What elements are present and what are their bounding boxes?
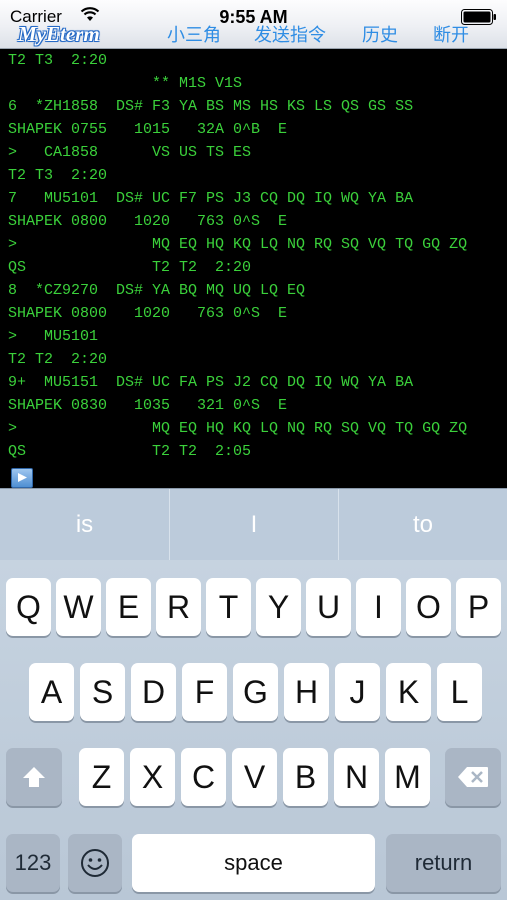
terminal-line: T2 T3 2:20 xyxy=(8,52,108,69)
suggestion-bar: is I to xyxy=(0,488,507,561)
key-n[interactable]: N xyxy=(334,748,379,806)
key-h[interactable]: H xyxy=(284,663,329,721)
terminal-line: > MQ EQ HQ KQ LQ NQ RQ SQ VQ TQ GQ ZQ xyxy=(8,236,468,253)
key-q[interactable]: Q xyxy=(6,578,51,636)
shift-key[interactable] xyxy=(6,748,62,806)
terminal-line: > CA1858 VS US TS ES xyxy=(8,144,252,161)
key-v[interactable]: V xyxy=(232,748,277,806)
key-i[interactable]: I xyxy=(356,578,401,636)
return-key[interactable]: return xyxy=(386,834,501,892)
terminal-line: 7 MU5101 DS# UC F7 PS J3 CQ DQ IQ WQ YA … xyxy=(8,190,414,207)
key-o[interactable]: O xyxy=(406,578,451,636)
shift-arrow-icon xyxy=(23,767,45,787)
backspace-icon xyxy=(458,767,488,787)
terminal-line: 6 *ZH1858 DS# F3 YA BS MS HS KS LS QS GS… xyxy=(8,98,414,115)
suggestion-2[interactable]: I xyxy=(170,489,338,560)
terminal-line: SHAPEK 0800 1020 763 0^S E xyxy=(8,305,288,322)
emoji-key[interactable] xyxy=(68,834,122,892)
suggestion-1[interactable]: is xyxy=(0,489,169,560)
key-b[interactable]: B xyxy=(283,748,328,806)
key-f[interactable]: F xyxy=(182,663,227,721)
key-a[interactable]: A xyxy=(29,663,74,721)
key-x[interactable]: X xyxy=(130,748,175,806)
terminal-output[interactable]: T2 T3 2:20 ** M1S V1S 6 *ZH1858 DS# F3 Y… xyxy=(0,49,507,489)
delete-key[interactable] xyxy=(445,748,501,806)
keyboard: Q W E R T Y U I O P A S D F G H J K L Z … xyxy=(0,560,507,900)
send-command-button[interactable]: 发送指令 xyxy=(254,21,326,47)
play-triangle-icon xyxy=(18,473,27,482)
emoji-icon xyxy=(81,849,109,877)
key-z[interactable]: Z xyxy=(79,748,124,806)
disconnect-button[interactable]: 断开 xyxy=(433,21,469,47)
terminal-line: 9+ MU5151 DS# UC FA PS J2 CQ DQ IQ WQ YA… xyxy=(8,374,414,391)
key-s[interactable]: S xyxy=(80,663,125,721)
terminal-line: T2 T2 2:20 xyxy=(8,351,108,368)
key-l[interactable]: L xyxy=(437,663,482,721)
key-d[interactable]: D xyxy=(131,663,176,721)
terminal-line: T2 T3 2:20 xyxy=(8,167,108,184)
key-y[interactable]: Y xyxy=(256,578,301,636)
terminal-line: SHAPEK 0830 1035 321 0^S E xyxy=(8,397,288,414)
terminal-line: 8 *CZ9270 DS# YA BQ MQ UQ LQ EQ xyxy=(8,282,306,299)
key-w[interactable]: W xyxy=(56,578,101,636)
triangle-button[interactable]: 小三角 xyxy=(167,21,221,47)
key-e[interactable]: E xyxy=(106,578,151,636)
terminal-line: SHAPEK 0755 1015 32A 0^B E xyxy=(8,121,288,138)
space-key[interactable]: space xyxy=(132,834,375,892)
terminal-line: ** M1S V1S xyxy=(8,75,243,92)
history-button[interactable]: 历史 xyxy=(362,21,398,47)
input-cursor-button[interactable] xyxy=(11,468,33,488)
key-k[interactable]: K xyxy=(386,663,431,721)
terminal-line: > MQ EQ HQ KQ LQ NQ RQ SQ VQ TQ GQ ZQ xyxy=(8,420,468,437)
terminal-line: QS T2 T2 2:05 xyxy=(8,443,252,460)
terminal-line: > MU5101 xyxy=(8,328,99,345)
terminal-line: SHAPEK 0800 1020 763 0^S E xyxy=(8,213,288,230)
key-c[interactable]: C xyxy=(181,748,226,806)
key-m[interactable]: M xyxy=(385,748,430,806)
key-g[interactable]: G xyxy=(233,663,278,721)
key-u[interactable]: U xyxy=(306,578,351,636)
key-r[interactable]: R xyxy=(156,578,201,636)
key-p[interactable]: P xyxy=(456,578,501,636)
top-bar: Carrier 9:55 AM MyEterm 小三角 发送指令 历史 断开 xyxy=(0,0,507,49)
key-j[interactable]: J xyxy=(335,663,380,721)
app-logo: MyEterm xyxy=(18,22,100,46)
suggestion-3[interactable]: to xyxy=(339,489,507,560)
numbers-key[interactable]: 123 xyxy=(6,834,60,892)
terminal-line: QS T2 T2 2:20 xyxy=(8,259,252,276)
key-t[interactable]: T xyxy=(206,578,251,636)
